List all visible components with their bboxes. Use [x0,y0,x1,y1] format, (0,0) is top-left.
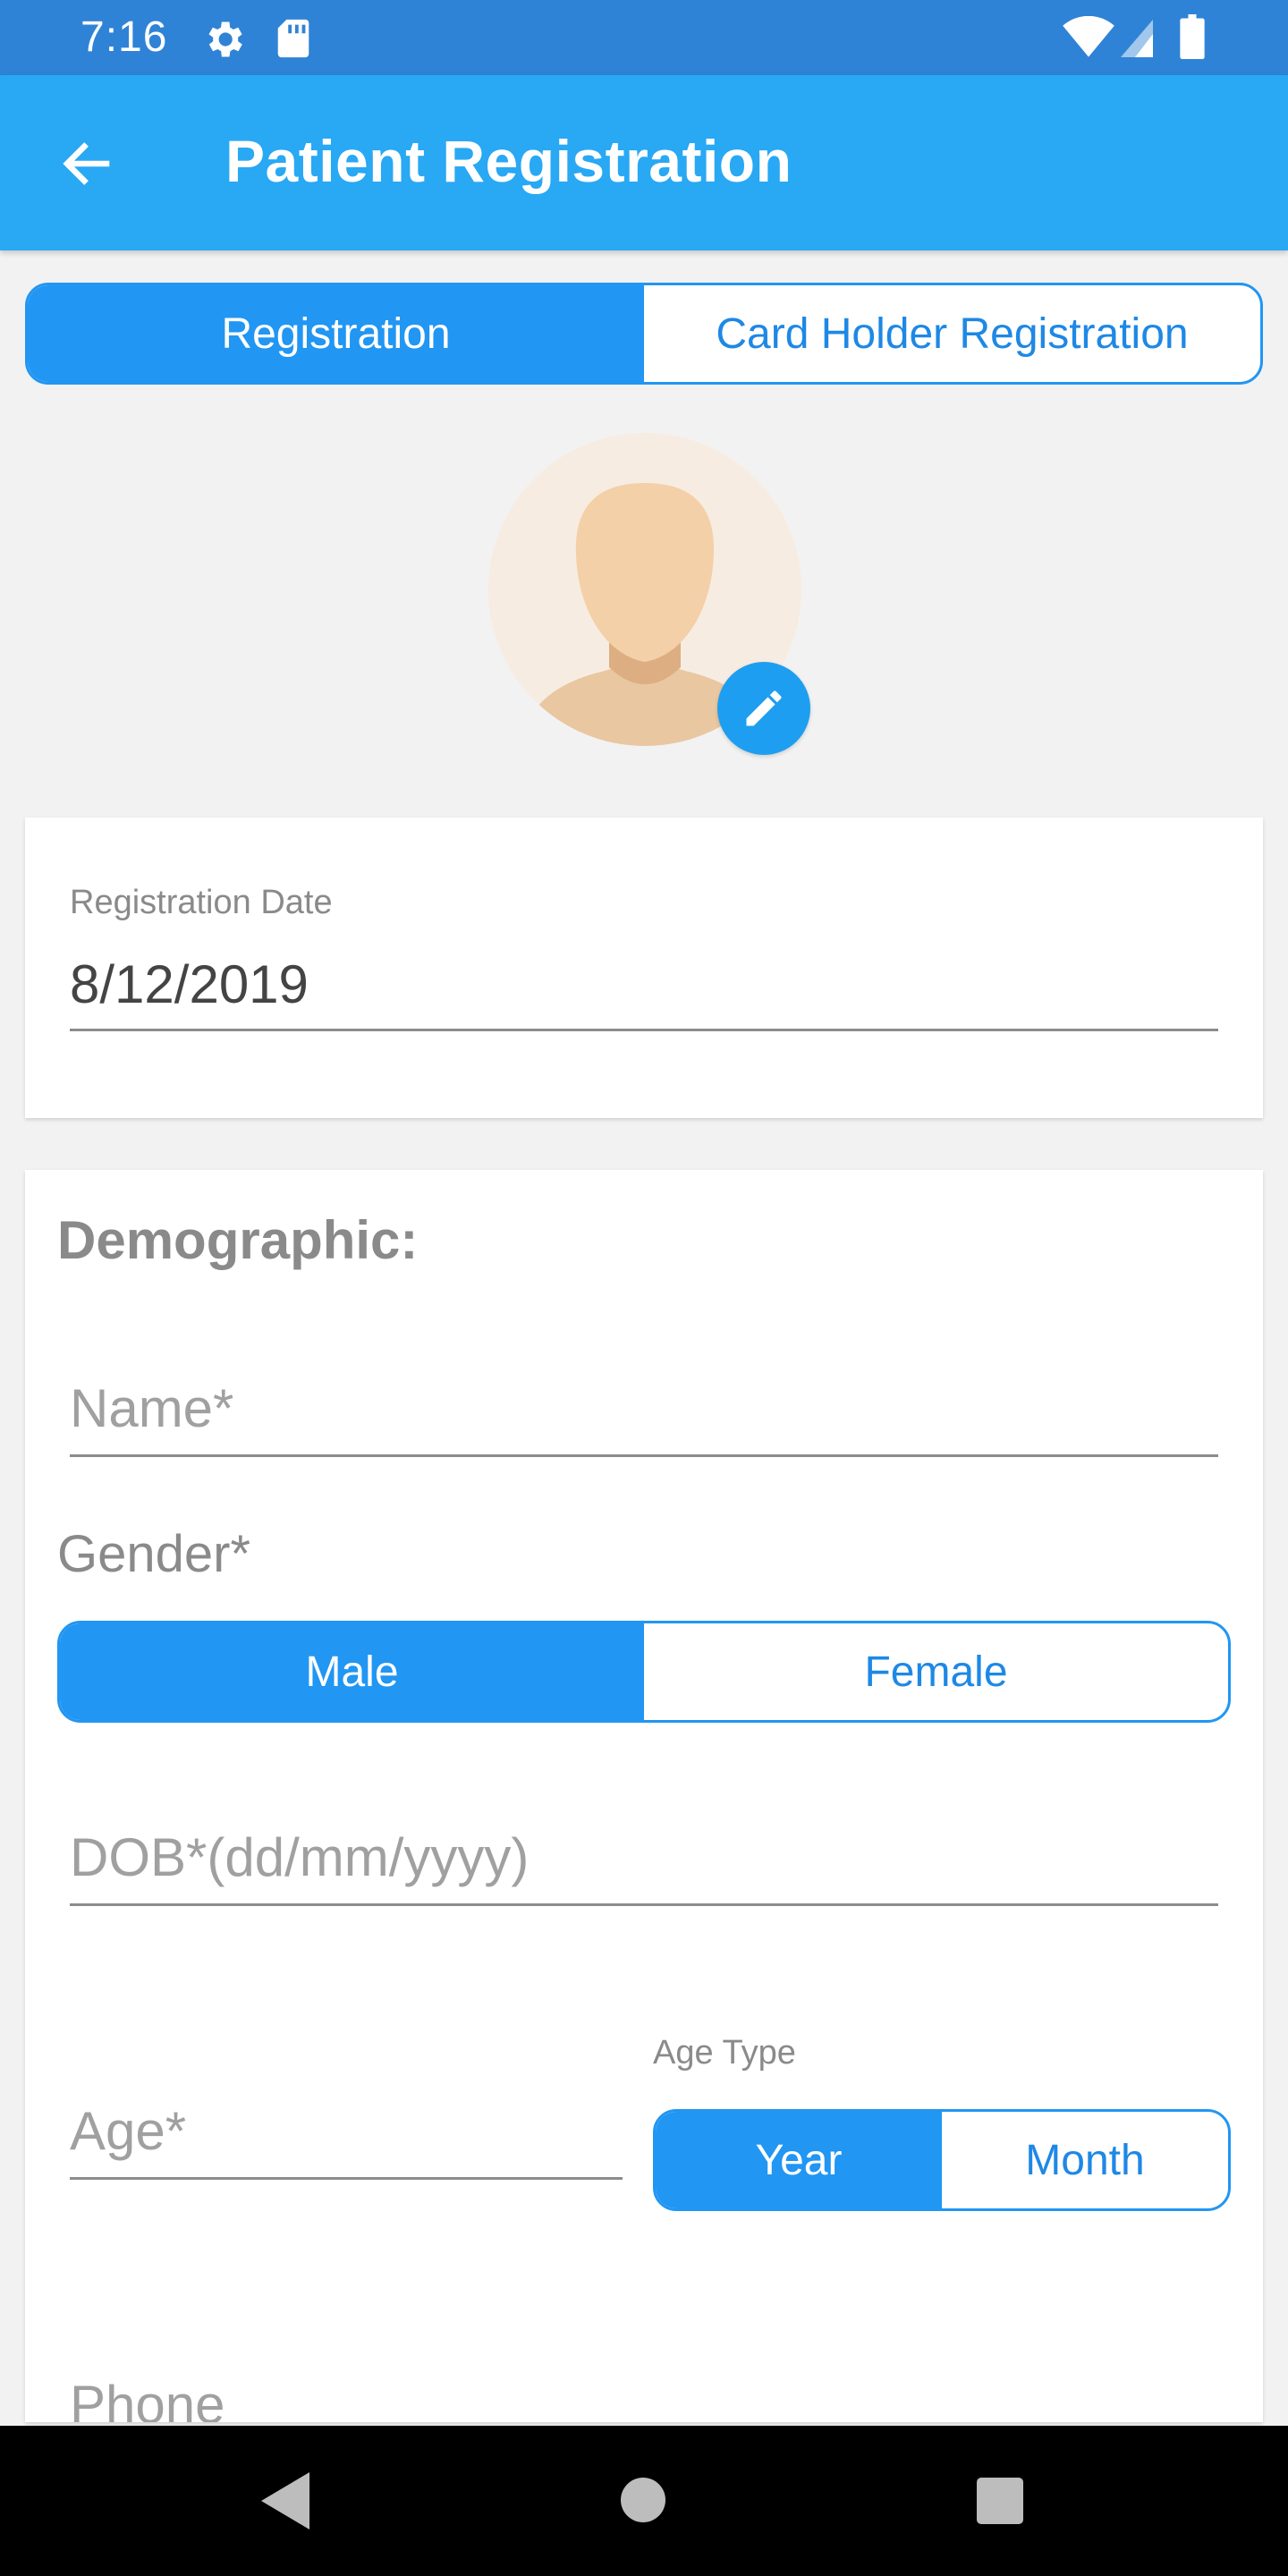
name-underline [70,1454,1218,1457]
demographic-card: Demographic: Name* Gender* DOB*(dd/mm/yy… [25,1170,1263,2422]
wifi-icon [1063,16,1114,57]
tab-registration[interactable]: Registration [28,285,644,382]
age-type-year-option[interactable]: Year [656,2112,942,2208]
tab-card-holder-registration[interactable]: Card Holder Registration [644,285,1260,382]
registration-date-card: Registration Date 8/12/2019 [25,818,1263,1118]
gender-toggle: Male Female [57,1621,1231,1723]
nav-back-icon[interactable] [258,2469,313,2533]
system-nav-bar [0,2426,1288,2576]
battery-icon [1180,14,1205,59]
demographic-title: Demographic: [57,1210,419,1270]
age-type-month-option[interactable]: Month [942,2112,1228,2208]
cell-signal-icon [1121,20,1153,57]
arrow-left-icon[interactable] [57,134,116,193]
gender-label: Gender* [57,1525,251,1583]
status-time: 7:16 [80,13,168,61]
gender-male-option[interactable]: Male [60,1623,644,1720]
nav-home-icon[interactable] [621,2478,665,2522]
dob-field[interactable]: DOB*(dd/mm/yyyy) [70,1826,529,1888]
age-field[interactable]: Age* [70,2100,186,2162]
registration-date-field[interactable]: 8/12/2019 [70,953,309,1015]
nav-recents-icon[interactable] [977,2478,1023,2524]
status-bar: 7:16 [0,0,1288,75]
page-title: Patient Registration [225,128,792,194]
pencil-icon [746,691,782,726]
registration-type-toggle: Registration Card Holder Registration [25,283,1263,385]
sd-card-icon [277,19,309,58]
phone-field[interactable]: Phone [70,2374,225,2422]
app-bar: Patient Registration [0,75,1288,250]
gender-female-option[interactable]: Female [644,1623,1228,1720]
age-type-toggle: Year Month [653,2109,1231,2211]
name-field[interactable]: Name* [70,1377,233,1439]
registration-date-label: Registration Date [70,884,333,921]
edit-photo-button[interactable] [717,662,810,755]
registration-date-underline [70,1029,1218,1031]
gear-icon [208,21,242,57]
dob-underline [70,1903,1218,1906]
age-type-label: Age Type [653,2034,796,2072]
age-underline [70,2177,623,2180]
